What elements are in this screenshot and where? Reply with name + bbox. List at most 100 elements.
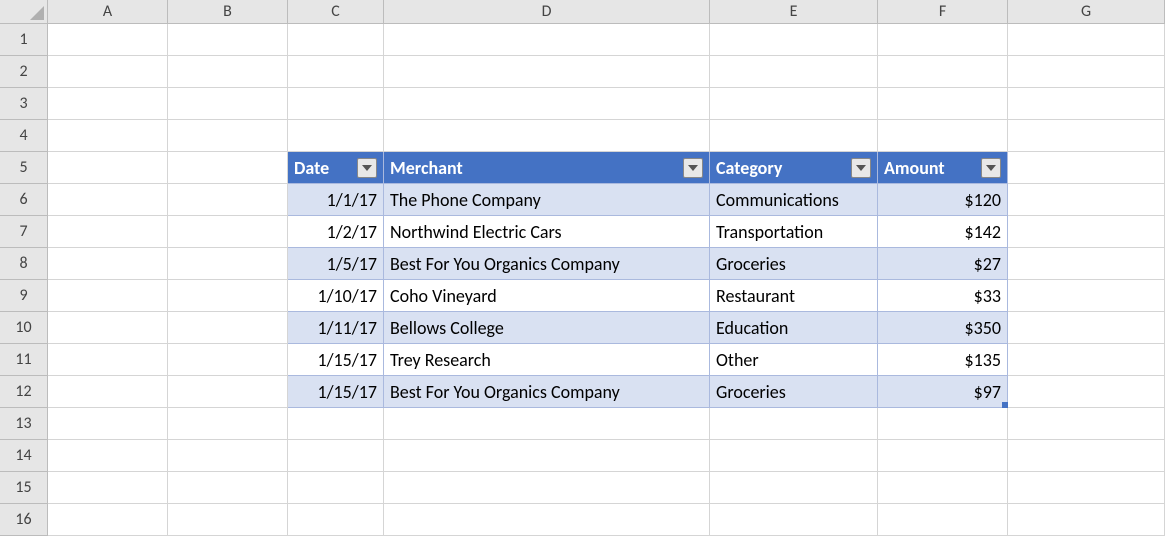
cell-E16[interactable] bbox=[710, 504, 878, 536]
cell-C16[interactable] bbox=[288, 504, 384, 536]
cell-G3[interactable] bbox=[1008, 88, 1165, 120]
row-header-7[interactable]: 7 bbox=[0, 216, 48, 248]
cell-E13[interactable] bbox=[710, 408, 878, 440]
table-cell-date[interactable]: 1/1/17 bbox=[288, 184, 384, 216]
cell-C4[interactable] bbox=[288, 120, 384, 152]
cell-B16[interactable] bbox=[168, 504, 288, 536]
cell-B1[interactable] bbox=[168, 24, 288, 56]
cell-A13[interactable] bbox=[48, 408, 168, 440]
cell-A10[interactable] bbox=[48, 312, 168, 344]
cell-B9[interactable] bbox=[168, 280, 288, 312]
table-cell-category[interactable]: Groceries bbox=[710, 248, 878, 280]
table-cell-category[interactable]: Groceries bbox=[710, 376, 878, 408]
cell-D4[interactable] bbox=[384, 120, 710, 152]
row-header-10[interactable]: 10 bbox=[0, 312, 48, 344]
cell-D2[interactable] bbox=[384, 56, 710, 88]
row-header-3[interactable]: 3 bbox=[0, 88, 48, 120]
table-cell-date[interactable]: 1/5/17 bbox=[288, 248, 384, 280]
cell-F3[interactable] bbox=[878, 88, 1008, 120]
table-cell-merchant[interactable]: Northwind Electric Cars bbox=[384, 216, 710, 248]
row-header-15[interactable]: 15 bbox=[0, 472, 48, 504]
table-cell-category[interactable]: Communications bbox=[710, 184, 878, 216]
cell-F15[interactable] bbox=[878, 472, 1008, 504]
cell-G10[interactable] bbox=[1008, 312, 1165, 344]
cell-G2[interactable] bbox=[1008, 56, 1165, 88]
cell-A6[interactable] bbox=[48, 184, 168, 216]
table-cell-category[interactable]: Restaurant bbox=[710, 280, 878, 312]
cell-F1[interactable] bbox=[878, 24, 1008, 56]
col-header-F[interactable]: F bbox=[878, 0, 1008, 24]
col-header-D[interactable]: D bbox=[384, 0, 710, 24]
table-cell-date[interactable]: 1/15/17 bbox=[288, 376, 384, 408]
table-cell-amount[interactable]: $97 bbox=[878, 376, 1008, 408]
cell-A5[interactable] bbox=[48, 152, 168, 184]
table-cell-amount[interactable]: $120 bbox=[878, 184, 1008, 216]
filter-button-date[interactable] bbox=[357, 158, 377, 178]
cell-A16[interactable] bbox=[48, 504, 168, 536]
select-all-corner[interactable] bbox=[0, 0, 48, 24]
row-header-12[interactable]: 12 bbox=[0, 376, 48, 408]
filter-button-category[interactable] bbox=[851, 158, 871, 178]
cell-B6[interactable] bbox=[168, 184, 288, 216]
cell-A14[interactable] bbox=[48, 440, 168, 472]
cell-D13[interactable] bbox=[384, 408, 710, 440]
table-header-merchant[interactable]: Merchant bbox=[384, 152, 710, 184]
row-header-9[interactable]: 9 bbox=[0, 280, 48, 312]
table-cell-category[interactable]: Transportation bbox=[710, 216, 878, 248]
cell-G15[interactable] bbox=[1008, 472, 1165, 504]
cell-G5[interactable] bbox=[1008, 152, 1165, 184]
cell-G12[interactable] bbox=[1008, 376, 1165, 408]
cell-F16[interactable] bbox=[878, 504, 1008, 536]
cell-F4[interactable] bbox=[878, 120, 1008, 152]
cell-B4[interactable] bbox=[168, 120, 288, 152]
cell-F13[interactable] bbox=[878, 408, 1008, 440]
cell-B3[interactable] bbox=[168, 88, 288, 120]
cell-B7[interactable] bbox=[168, 216, 288, 248]
table-cell-merchant[interactable]: Best For You Organics Company bbox=[384, 376, 710, 408]
table-resize-handle-icon[interactable] bbox=[1002, 402, 1008, 408]
cell-G16[interactable] bbox=[1008, 504, 1165, 536]
cell-G1[interactable] bbox=[1008, 24, 1165, 56]
cell-C15[interactable] bbox=[288, 472, 384, 504]
cell-C1[interactable] bbox=[288, 24, 384, 56]
cell-B12[interactable] bbox=[168, 376, 288, 408]
table-cell-category[interactable]: Other bbox=[710, 344, 878, 376]
cell-A15[interactable] bbox=[48, 472, 168, 504]
table-cell-category[interactable]: Education bbox=[710, 312, 878, 344]
table-cell-date[interactable]: 1/2/17 bbox=[288, 216, 384, 248]
row-header-6[interactable]: 6 bbox=[0, 184, 48, 216]
filter-button-amount[interactable] bbox=[981, 158, 1001, 178]
table-cell-amount[interactable]: $350 bbox=[878, 312, 1008, 344]
table-cell-date[interactable]: 1/11/17 bbox=[288, 312, 384, 344]
cell-A8[interactable] bbox=[48, 248, 168, 280]
cell-E2[interactable] bbox=[710, 56, 878, 88]
cell-E4[interactable] bbox=[710, 120, 878, 152]
row-header-4[interactable]: 4 bbox=[0, 120, 48, 152]
cell-D1[interactable] bbox=[384, 24, 710, 56]
cell-D15[interactable] bbox=[384, 472, 710, 504]
col-header-B[interactable]: B bbox=[168, 0, 288, 24]
cell-G11[interactable] bbox=[1008, 344, 1165, 376]
col-header-C[interactable]: C bbox=[288, 0, 384, 24]
cell-E15[interactable] bbox=[710, 472, 878, 504]
table-header-date[interactable]: Date bbox=[288, 152, 384, 184]
col-header-G[interactable]: G bbox=[1008, 0, 1165, 24]
cell-C2[interactable] bbox=[288, 56, 384, 88]
cell-B10[interactable] bbox=[168, 312, 288, 344]
table-cell-merchant[interactable]: The Phone Company bbox=[384, 184, 710, 216]
cell-C13[interactable] bbox=[288, 408, 384, 440]
cell-A9[interactable] bbox=[48, 280, 168, 312]
table-cell-amount[interactable]: $33 bbox=[878, 280, 1008, 312]
cell-G9[interactable] bbox=[1008, 280, 1165, 312]
row-header-14[interactable]: 14 bbox=[0, 440, 48, 472]
row-header-8[interactable]: 8 bbox=[0, 248, 48, 280]
cell-A2[interactable] bbox=[48, 56, 168, 88]
cell-D14[interactable] bbox=[384, 440, 710, 472]
cell-G13[interactable] bbox=[1008, 408, 1165, 440]
table-cell-date[interactable]: 1/10/17 bbox=[288, 280, 384, 312]
row-header-1[interactable]: 1 bbox=[0, 24, 48, 56]
cell-B2[interactable] bbox=[168, 56, 288, 88]
cell-B13[interactable] bbox=[168, 408, 288, 440]
cell-B8[interactable] bbox=[168, 248, 288, 280]
cell-C3[interactable] bbox=[288, 88, 384, 120]
